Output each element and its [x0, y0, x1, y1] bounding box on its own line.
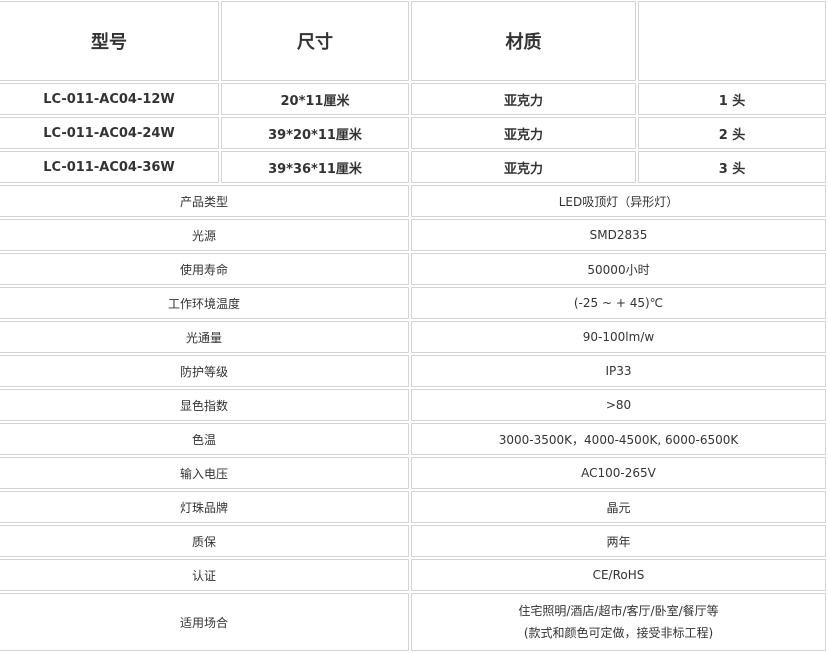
model-cell: LC-011-AC04-36W — [0, 151, 219, 183]
table-row: LC-011-AC04-12W 20*11厘米 亚克力 1 头 — [0, 83, 826, 115]
heads-cell: 2 头 — [638, 117, 826, 149]
usage-line-1: 住宅照明/酒店/超市/客厅/卧室/餐厅等 — [518, 604, 719, 618]
spec-value: 住宅照明/酒店/超市/客厅/卧室/餐厅等 (款式和颜色可定做，接受非标工程) — [411, 593, 826, 651]
spec-label: 光通量 — [0, 321, 409, 353]
spec-value: LED吸顶灯（异形灯） — [411, 185, 826, 217]
spec-value: 两年 — [411, 525, 826, 557]
size-cell: 39*20*11厘米 — [221, 117, 409, 149]
heads-cell: 3 头 — [638, 151, 826, 183]
table-row: 工作环境温度 (-25 ~ + 45)℃ — [0, 287, 826, 319]
spec-label: 适用场合 — [0, 593, 409, 651]
spec-label: 灯珠品牌 — [0, 491, 409, 523]
spec-label: 光源 — [0, 219, 409, 251]
spec-label: 色温 — [0, 423, 409, 455]
size-cell: 20*11厘米 — [221, 83, 409, 115]
header-size: 尺寸 — [221, 1, 409, 81]
table-row: 认证 CE/RoHS — [0, 559, 826, 591]
spec-label: 工作环境温度 — [0, 287, 409, 319]
table-row: 色温 3000-3500K，4000-4500K, 6000-6500K — [0, 423, 826, 455]
header-heads — [638, 1, 826, 81]
spec-table: 型号 尺寸 材质 LC-011-AC04-12W 20*11厘米 亚克力 1 头… — [0, 0, 827, 653]
material-cell: 亚克力 — [411, 151, 636, 183]
size-cell: 39*36*11厘米 — [221, 151, 409, 183]
table-row: LC-011-AC04-24W 39*20*11厘米 亚克力 2 头 — [0, 117, 826, 149]
header-material: 材质 — [411, 1, 636, 81]
table-row: 显色指数 >80 — [0, 389, 826, 421]
model-cell: LC-011-AC04-12W — [0, 83, 219, 115]
table-row: LC-011-AC04-36W 39*36*11厘米 亚克力 3 头 — [0, 151, 826, 183]
model-cell: LC-011-AC04-24W — [0, 117, 219, 149]
header-model: 型号 — [0, 1, 219, 81]
spec-label: 显色指数 — [0, 389, 409, 421]
material-cell: 亚克力 — [411, 117, 636, 149]
usage-line-2: (款式和颜色可定做，接受非标工程) — [523, 626, 714, 640]
table-row: 灯珠品牌 晶元 — [0, 491, 826, 523]
spec-label: 使用寿命 — [0, 253, 409, 285]
spec-label: 认证 — [0, 559, 409, 591]
spec-value: (-25 ~ + 45)℃ — [411, 287, 826, 319]
heads-cell: 1 头 — [638, 83, 826, 115]
table-row: 使用寿命 50000小时 — [0, 253, 826, 285]
table-row: 输入电压 AC100-265V — [0, 457, 826, 489]
spec-value: 晶元 — [411, 491, 826, 523]
spec-label: 质保 — [0, 525, 409, 557]
spec-value: SMD2835 — [411, 219, 826, 251]
table-row: 产品类型 LED吸顶灯（异形灯） — [0, 185, 826, 217]
spec-label: 产品类型 — [0, 185, 409, 217]
table-row: 光源 SMD2835 — [0, 219, 826, 251]
spec-value: CE/RoHS — [411, 559, 826, 591]
table-row: 防护等级 IP33 — [0, 355, 826, 387]
spec-value: >80 — [411, 389, 826, 421]
table-row: 光通量 90-100lm/w — [0, 321, 826, 353]
spec-value: 3000-3500K，4000-4500K, 6000-6500K — [411, 423, 826, 455]
header-row: 型号 尺寸 材质 — [0, 1, 826, 81]
table-row: 适用场合 住宅照明/酒店/超市/客厅/卧室/餐厅等 (款式和颜色可定做，接受非标… — [0, 593, 826, 651]
spec-value: AC100-265V — [411, 457, 826, 489]
spec-value: 90-100lm/w — [411, 321, 826, 353]
material-cell: 亚克力 — [411, 83, 636, 115]
spec-value: IP33 — [411, 355, 826, 387]
spec-label: 输入电压 — [0, 457, 409, 489]
table-row: 质保 两年 — [0, 525, 826, 557]
spec-value: 50000小时 — [411, 253, 826, 285]
spec-label: 防护等级 — [0, 355, 409, 387]
